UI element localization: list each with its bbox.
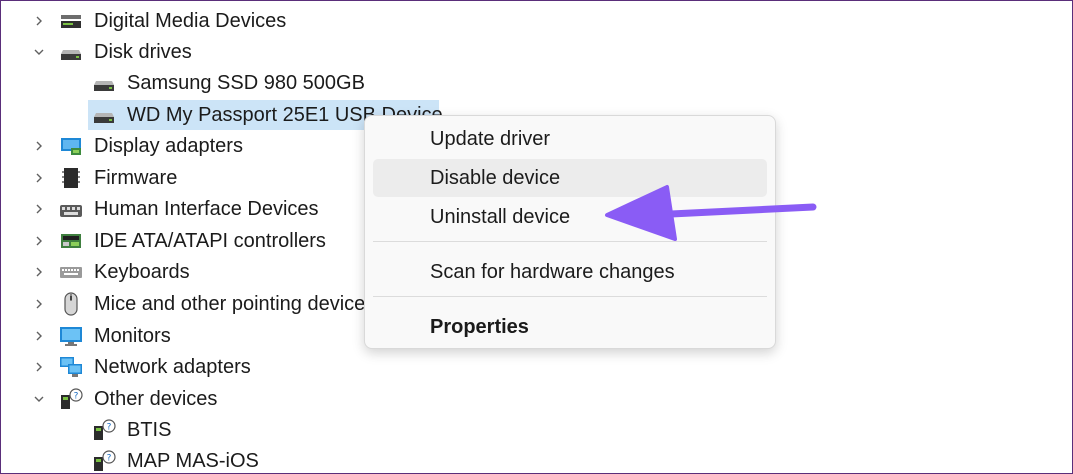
tree-item-label: Monitors xyxy=(94,324,171,347)
svg-text:?: ? xyxy=(107,454,112,464)
chevron-right-icon[interactable] xyxy=(31,201,47,217)
svg-text:?: ? xyxy=(107,423,112,433)
unknown-device-icon: ? xyxy=(92,418,116,442)
tree-item-label: Other devices xyxy=(94,387,218,410)
chevron-down-icon[interactable] xyxy=(31,391,47,407)
chevron-right-icon[interactable] xyxy=(31,138,47,154)
tree-item-label: Disk drives xyxy=(94,40,192,63)
chevron-right-icon[interactable] xyxy=(31,359,47,375)
device-manager-window: Digital Media Devices Disk drives Samsun… xyxy=(0,0,1073,474)
tree-item-label: MAP MAS-iOS xyxy=(127,449,259,472)
menu-separator xyxy=(373,296,767,297)
media-device-icon xyxy=(59,9,83,33)
tree-item-label: BTIS xyxy=(127,418,172,441)
unknown-device-icon: ? xyxy=(59,387,83,411)
keyboard-icon xyxy=(59,260,83,284)
tree-item-network-adapters[interactable]: Network adapters xyxy=(1,352,1072,382)
menu-item-label: Scan for hardware changes xyxy=(430,260,675,283)
tree-item-label: Human Interface Devices xyxy=(94,197,319,220)
chevron-right-icon[interactable] xyxy=(31,264,47,280)
display-adapter-icon xyxy=(59,134,83,158)
chevron-right-icon[interactable] xyxy=(31,296,47,312)
menu-item-update-driver[interactable]: Update driver xyxy=(373,120,767,158)
svg-text:?: ? xyxy=(74,392,79,402)
tree-item-digital-media-devices[interactable]: Digital Media Devices xyxy=(1,6,1072,36)
menu-item-label: Properties xyxy=(430,315,529,338)
network-adapter-icon xyxy=(59,355,83,379)
tree-item-map-mas-ios[interactable]: ? MAP MAS-iOS xyxy=(1,446,1072,473)
tree-item-label: Mice and other pointing devices xyxy=(94,292,376,315)
tree-item-btis[interactable]: ? BTIS xyxy=(1,415,1072,445)
unknown-device-icon: ? xyxy=(92,449,116,473)
disk-drive-icon xyxy=(92,71,116,95)
ide-controller-icon xyxy=(59,229,83,253)
disk-drive-icon xyxy=(59,40,83,64)
hid-icon xyxy=(59,197,83,221)
tree-item-label: Digital Media Devices xyxy=(94,9,287,32)
tree-item-label: Samsung SSD 980 500GB xyxy=(127,71,365,94)
disk-drive-icon xyxy=(92,103,116,127)
menu-item-label: Disable device xyxy=(430,166,561,189)
chevron-down-icon[interactable] xyxy=(31,44,47,60)
chevron-right-icon[interactable] xyxy=(31,328,47,344)
tree-item-samsung-ssd[interactable]: Samsung SSD 980 500GB xyxy=(1,68,1072,98)
tree-item-label: Display adapters xyxy=(94,134,243,157)
annotation-arrow-icon xyxy=(605,185,817,241)
menu-item-label: Update driver xyxy=(430,127,551,150)
monitor-icon xyxy=(59,324,83,348)
tree-item-label: Keyboards xyxy=(94,260,190,283)
tree-item-label: Network adapters xyxy=(94,355,251,378)
menu-item-label: Uninstall device xyxy=(430,205,571,228)
mouse-icon xyxy=(59,292,83,316)
tree-item-other-devices[interactable]: ? Other devices xyxy=(1,384,1072,414)
menu-item-scan-hardware-changes[interactable]: Scan for hardware changes xyxy=(373,253,767,291)
tree-item-label: IDE ATA/ATAPI controllers xyxy=(94,229,326,252)
tree-item-label: Firmware xyxy=(94,166,178,189)
chevron-right-icon[interactable] xyxy=(31,170,47,186)
firmware-icon xyxy=(59,166,83,190)
chevron-right-icon[interactable] xyxy=(31,13,47,29)
menu-item-properties[interactable]: Properties xyxy=(373,308,767,346)
chevron-right-icon[interactable] xyxy=(31,233,47,249)
tree-item-disk-drives[interactable]: Disk drives xyxy=(1,37,1072,67)
